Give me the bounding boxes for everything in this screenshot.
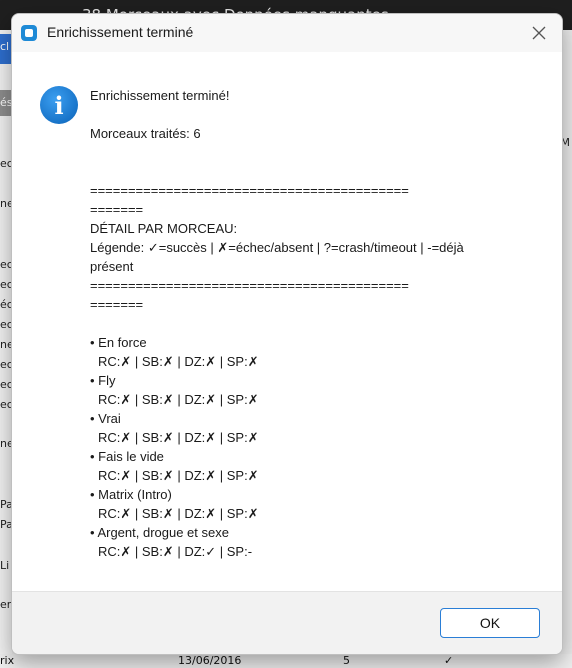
legend-line: présent [90,259,134,274]
table-cell-date: 13/06/2016 [178,654,242,667]
track-title: • Argent, drogue et sexe [90,525,229,540]
app-window-icon [21,25,37,41]
dialog-body: i Enrichissement terminé! Morceaux trait… [12,52,562,592]
close-icon [532,26,546,40]
enrichment-dialog: Enrichissement terminé i Enrichissement … [11,13,563,655]
track-title: • En force [90,335,147,350]
message-line [90,162,530,181]
message-line: Enrichissement terminé! [90,88,230,103]
message-line [90,314,530,333]
table-cell-count: 5 [343,654,350,667]
background-table-row[interactable]: rix 13/06/2016 5 ✓ [0,654,572,668]
message-line [90,105,530,124]
dialog-title: Enrichissement terminé [47,24,194,40]
track-title: • Vrai [90,411,121,426]
track-status: RC:✗ | SB:✗ | DZ:✗ | SP:✗ [98,430,259,445]
background-text-fragment: rix [0,654,15,667]
dialog-titlebar[interactable]: Enrichissement terminé [12,14,562,52]
separator-line: ======= [90,297,144,312]
separator-line: ========================================… [90,183,409,198]
detail-heading: DÉTAIL PAR MORCEAU: [90,221,238,236]
message-line: Morceaux traités: 6 [90,126,201,141]
separator-line: ========================================… [90,278,409,293]
legend-line: Légende: ✓=succès | ✗=échec/absent | ?=c… [90,240,464,255]
track-title: • Fly [90,373,116,388]
track-status: RC:✗ | SB:✗ | DZ:✗ | SP:✗ [98,392,259,407]
close-button[interactable] [526,20,552,46]
track-status: RC:✗ | SB:✗ | DZ:✗ | SP:✗ [98,354,259,369]
ok-button[interactable]: OK [440,608,540,638]
dialog-message: Enrichissement terminé! Morceaux traités… [90,86,530,561]
track-status: RC:✗ | SB:✗ | DZ:✓ | SP:- [98,544,253,559]
table-cell-check: ✓ [444,654,454,667]
message-line [90,143,530,162]
dialog-footer: OK [12,591,562,654]
track-title: • Matrix (Intro) [90,487,172,502]
track-title: • Fais le vide [90,449,164,464]
track-status: RC:✗ | SB:✗ | DZ:✗ | SP:✗ [98,506,259,521]
separator-line: ======= [90,202,144,217]
track-status: RC:✗ | SB:✗ | DZ:✗ | SP:✗ [98,468,259,483]
info-icon: i [40,86,78,124]
